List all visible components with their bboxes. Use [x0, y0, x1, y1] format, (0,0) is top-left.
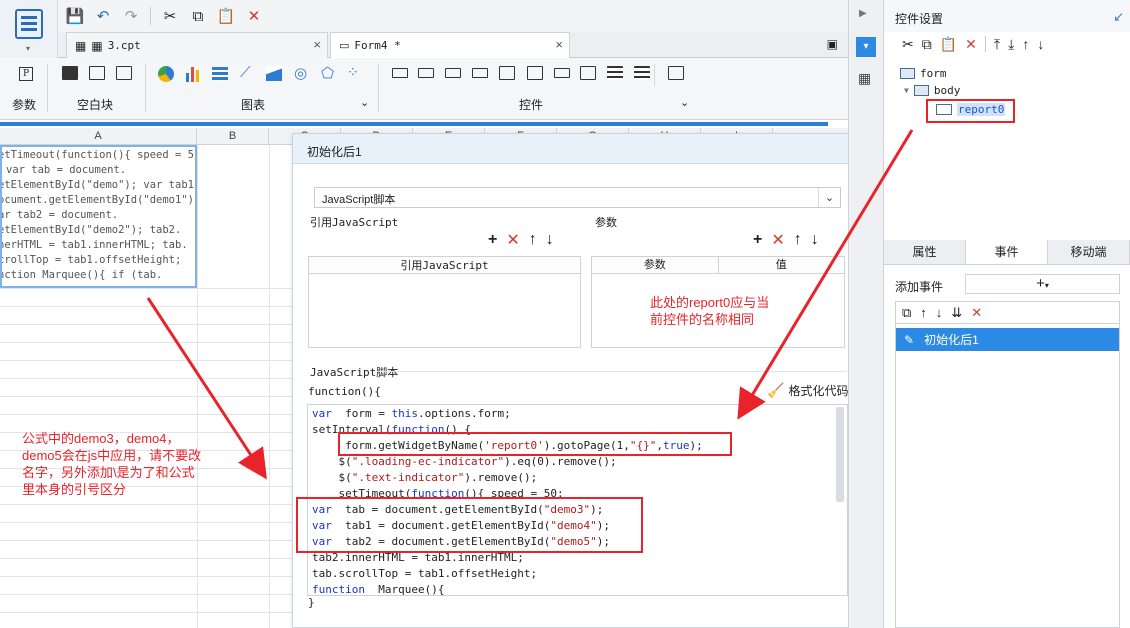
arrow-to-code	[737, 129, 914, 420]
arrow-to-cell	[146, 297, 267, 480]
annotation-arrows	[146, 129, 914, 480]
